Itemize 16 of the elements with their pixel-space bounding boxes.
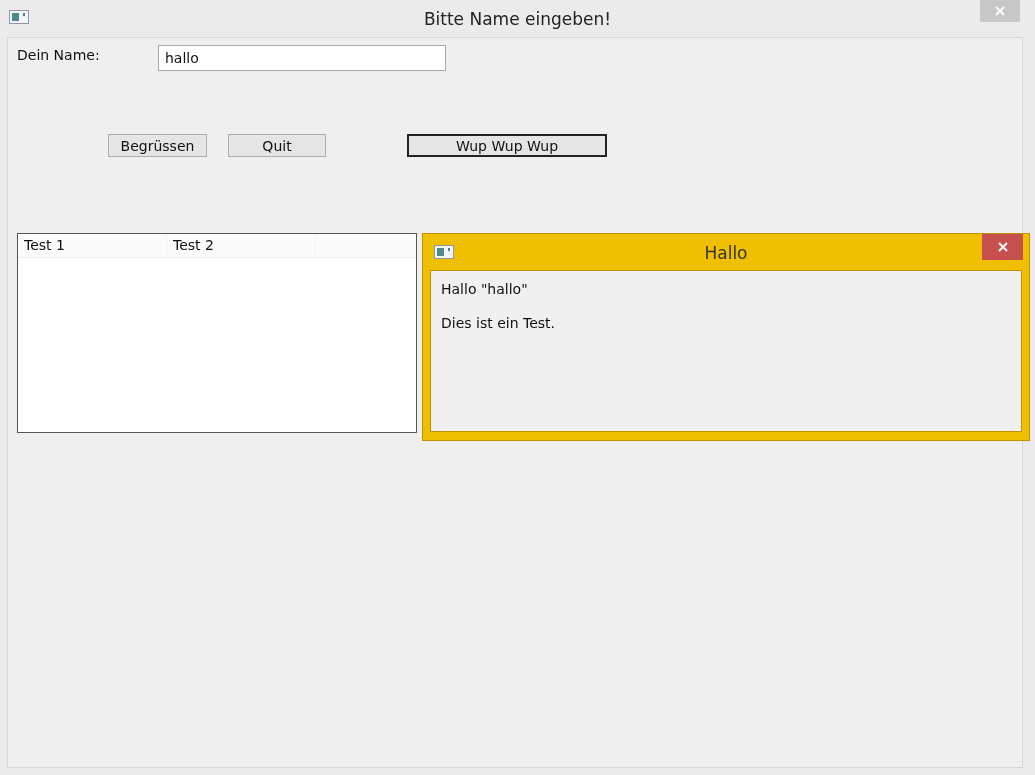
dialog-title: Hallo: [704, 242, 748, 263]
message-text: Hallo "hallo": [441, 281, 529, 297]
push-button[interactable]: Quit: [228, 134, 326, 157]
window-title: Bitte Name eingeben!: [423, 8, 612, 29]
close-icon: [997, 242, 1008, 252]
push-button[interactable]: Wup Wup Wup: [407, 134, 607, 157]
close-button[interactable]: [982, 234, 1023, 260]
push-button[interactable]: Begrüssen: [108, 134, 207, 157]
close-icon: [995, 6, 1005, 16]
message-text: Dies ist ein Test.: [441, 315, 556, 331]
column-header[interactable]: Test 1: [18, 234, 167, 257]
column-header[interactable]: Test 2: [167, 234, 316, 257]
app-icon: [9, 10, 29, 24]
name-input-field[interactable]: hallo: [158, 45, 446, 71]
name-label: Dein Name:: [17, 47, 101, 63]
app-icon: [434, 245, 454, 259]
